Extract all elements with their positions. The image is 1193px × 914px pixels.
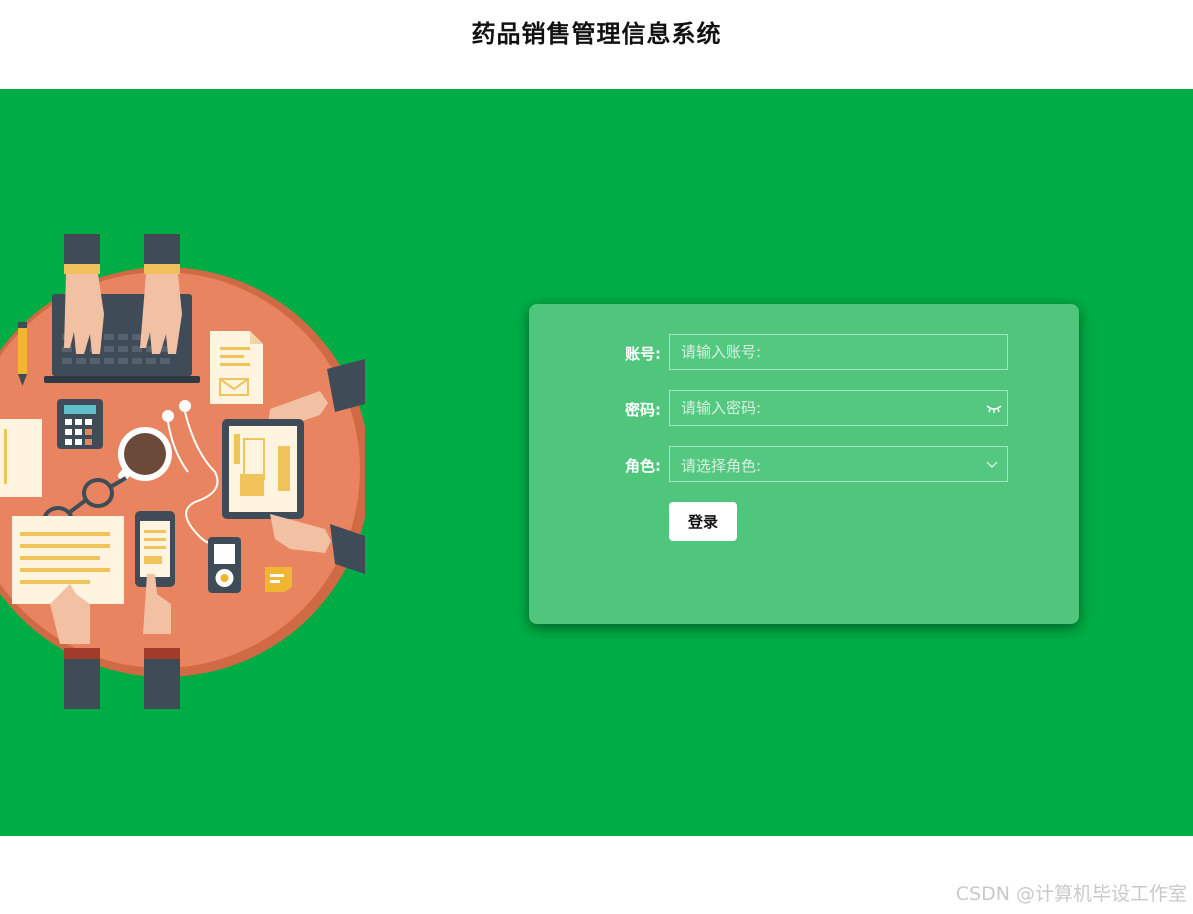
page-title: 药品销售管理信息系统 bbox=[471, 20, 722, 48]
eye-closed-icon[interactable] bbox=[986, 404, 1002, 414]
role-row: 角色: 请选择角色: bbox=[529, 446, 1079, 482]
sticky-note-icon bbox=[265, 567, 292, 592]
calculator-icon bbox=[57, 399, 103, 449]
account-label: 账号: bbox=[625, 345, 661, 363]
chevron-down-icon bbox=[986, 461, 998, 468]
paper-stack-icon bbox=[0, 419, 42, 497]
account-row: 账号: bbox=[529, 334, 1079, 370]
password-row: 密码: bbox=[529, 390, 1079, 426]
page-header: 药品销售管理信息系统 bbox=[0, 0, 1193, 89]
login-panel: 账号: 密码: 角色: 请选择角色: bbox=[529, 304, 1079, 624]
role-label: 角色: bbox=[625, 457, 661, 475]
password-label: 密码: bbox=[625, 401, 661, 419]
tablet-icon bbox=[222, 419, 304, 519]
account-input[interactable] bbox=[670, 335, 981, 369]
role-placeholder: 请选择角色: bbox=[681, 457, 762, 475]
password-input[interactable] bbox=[670, 391, 981, 425]
document-envelope-icon bbox=[210, 331, 263, 404]
music-player-icon bbox=[208, 537, 241, 593]
account-field[interactable] bbox=[669, 334, 1008, 370]
login-stage: 账号: 密码: 角色: 请选择角色: bbox=[0, 89, 1193, 836]
meeting-illustration bbox=[0, 234, 365, 709]
login-button[interactable]: 登录 bbox=[669, 502, 737, 541]
pencil-icon bbox=[18, 322, 27, 386]
password-field[interactable] bbox=[669, 390, 1008, 426]
watermark-text: CSDN @计算机毕设工作室 bbox=[955, 883, 1187, 905]
role-select[interactable]: 请选择角色: bbox=[669, 446, 1008, 482]
